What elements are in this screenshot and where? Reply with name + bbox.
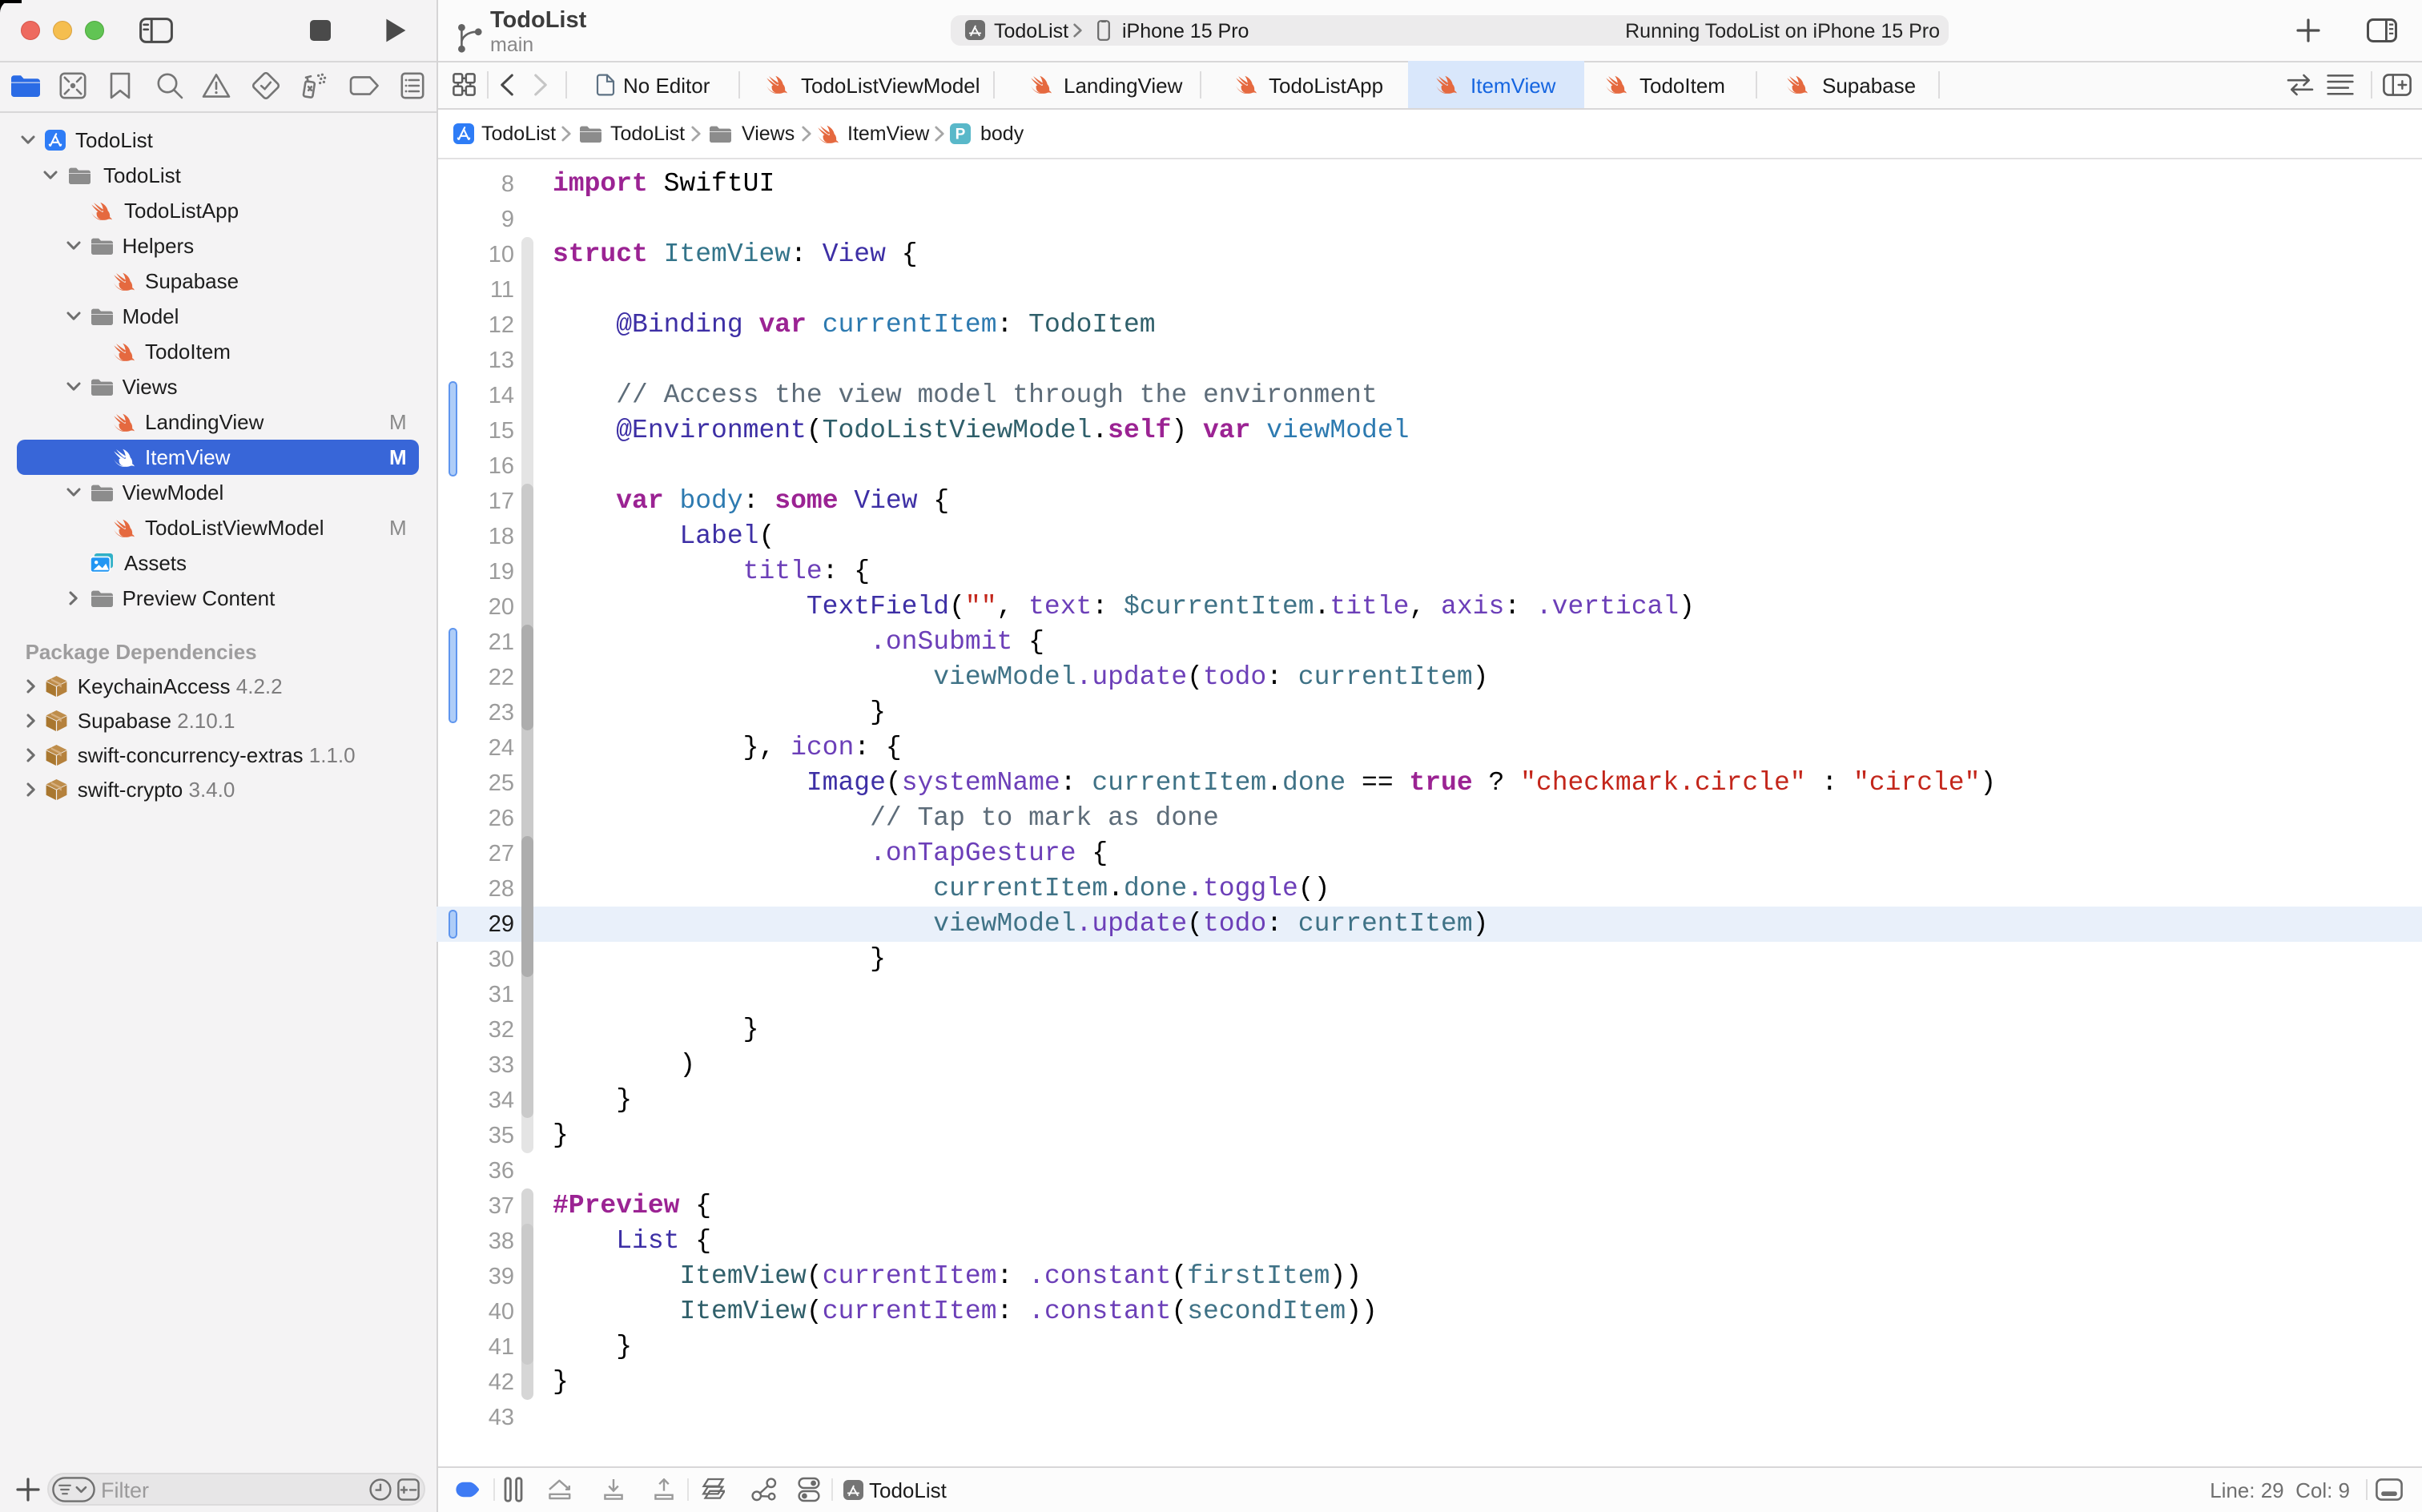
svg-text:P: P	[956, 127, 966, 143]
